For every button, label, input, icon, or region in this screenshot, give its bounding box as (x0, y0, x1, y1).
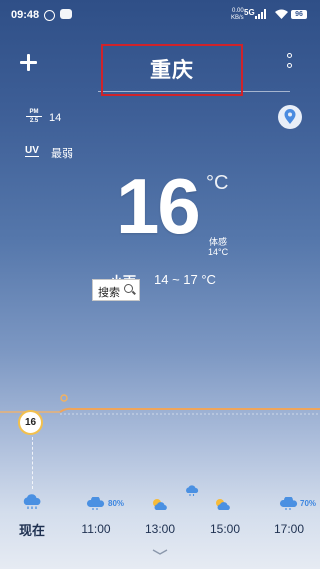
hourly-time: 17:00 (273, 522, 305, 536)
uv-value: 最弱 (51, 148, 73, 160)
status-bar: 09:48 0.00 KB/s 5G 96 (0, 0, 320, 30)
rain-cloud-icon (280, 497, 298, 510)
hourly-time: 现在 (18, 523, 45, 538)
partly-cloudy-icon (216, 499, 230, 510)
sun-marker-icon (60, 394, 68, 402)
temperature-unit: °C (206, 172, 229, 194)
temperature-range: 14 ~ 17 °C (154, 272, 216, 287)
status-time: 09:48 (11, 9, 40, 21)
current-temperature: 16 (116, 162, 201, 250)
add-city-button[interactable] (14, 48, 44, 78)
hourly-item[interactable]: 17:00 (264, 522, 314, 542)
battery-icon: 96 (291, 10, 307, 19)
location-pin-icon (284, 109, 296, 124)
more-options-button[interactable] (283, 50, 297, 74)
search-label: 搜索 (98, 287, 120, 299)
highlight-box (101, 44, 243, 96)
now-temperature-bubble: 16 (18, 410, 43, 435)
network-rate: 0.00 KB/s (231, 8, 244, 21)
chevron-down-icon[interactable] (151, 548, 169, 556)
hourly-time: 15:00 (209, 522, 241, 536)
uv-icon: UV (25, 145, 39, 157)
partly-cloudy-icon (153, 499, 167, 510)
search-icon (124, 284, 133, 293)
hourly-time: 11:00 (81, 522, 111, 536)
search-button[interactable]: 搜索 (92, 279, 140, 301)
hourly-item[interactable]: 现在 (7, 520, 57, 540)
rain-cloud-icon (186, 485, 199, 496)
hourly-item[interactable]: 13:00 (135, 522, 185, 542)
rain-cloud-icon (87, 497, 105, 510)
signal-icon (255, 9, 266, 19)
precipitation-chance: 80% (108, 499, 125, 508)
hourly-item[interactable]: 11:00 (71, 522, 121, 542)
rain-cloud-icon (23, 494, 41, 509)
precipitation-chance: 70% (300, 499, 317, 508)
network-type: 5G (244, 8, 255, 17)
hourly-item[interactable]: 15:00 (200, 522, 250, 542)
wifi-icon (275, 9, 288, 19)
hourly-time: 13:00 (144, 522, 176, 536)
now-marker-line (32, 437, 33, 489)
pm25-value: 14 (49, 112, 62, 124)
notification-icon (44, 10, 55, 21)
chat-app-icon (60, 9, 72, 19)
feels-like-value: 14°C (208, 247, 229, 257)
temperature-trend-line (0, 407, 320, 415)
map-location-button[interactable] (278, 105, 302, 129)
pm25-icon: PM 2.5 (26, 109, 42, 127)
